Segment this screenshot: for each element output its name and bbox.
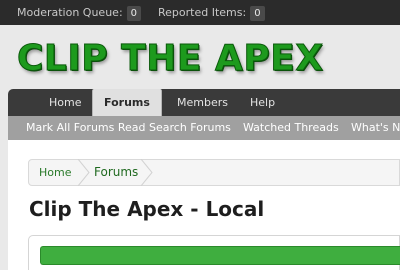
- mark-all-read-link[interactable]: Mark All Forums Read: [26, 116, 146, 140]
- nav-tab-members[interactable]: Members: [177, 89, 228, 116]
- moderation-queue-count: 0: [126, 6, 142, 21]
- main-nav: Home Forums Members Help: [8, 89, 400, 117]
- nav-tab-home[interactable]: Home: [49, 89, 81, 116]
- search-forums-link[interactable]: Search Forums: [149, 116, 231, 140]
- forum-category: [28, 235, 400, 270]
- moderation-queue-label: Moderation Queue:: [17, 6, 123, 19]
- reported-items-count: 0: [250, 6, 265, 21]
- whats-new-link[interactable]: What's New: [351, 116, 400, 140]
- moderation-bar: Moderation Queue: 0 Reported Items: 0: [0, 0, 400, 25]
- reported-items-label: Reported Items:: [158, 6, 247, 19]
- nav-tab-forums[interactable]: Forums: [92, 89, 162, 117]
- breadcrumb-separator-icon: [77, 159, 90, 186]
- moderation-queue-link[interactable]: Moderation Queue: 0: [17, 5, 142, 21]
- breadcrumb-separator-icon: [140, 159, 153, 186]
- forum-category-header[interactable]: [40, 246, 400, 265]
- reported-items-link[interactable]: Reported Items: 0: [158, 5, 265, 21]
- watched-threads-link[interactable]: Watched Threads: [243, 116, 339, 140]
- page-title: Clip The Apex - Local: [29, 197, 265, 221]
- breadcrumb-home[interactable]: Home: [39, 160, 71, 185]
- site-logo[interactable]: CLIP THE APEX: [17, 38, 324, 80]
- breadcrumb-forums[interactable]: Forums: [94, 160, 138, 185]
- breadcrumb: Home Forums: [28, 159, 400, 186]
- forums-subnav: Mark All Forums Read Search Forums Watch…: [8, 116, 400, 140]
- nav-tab-help[interactable]: Help: [250, 89, 275, 116]
